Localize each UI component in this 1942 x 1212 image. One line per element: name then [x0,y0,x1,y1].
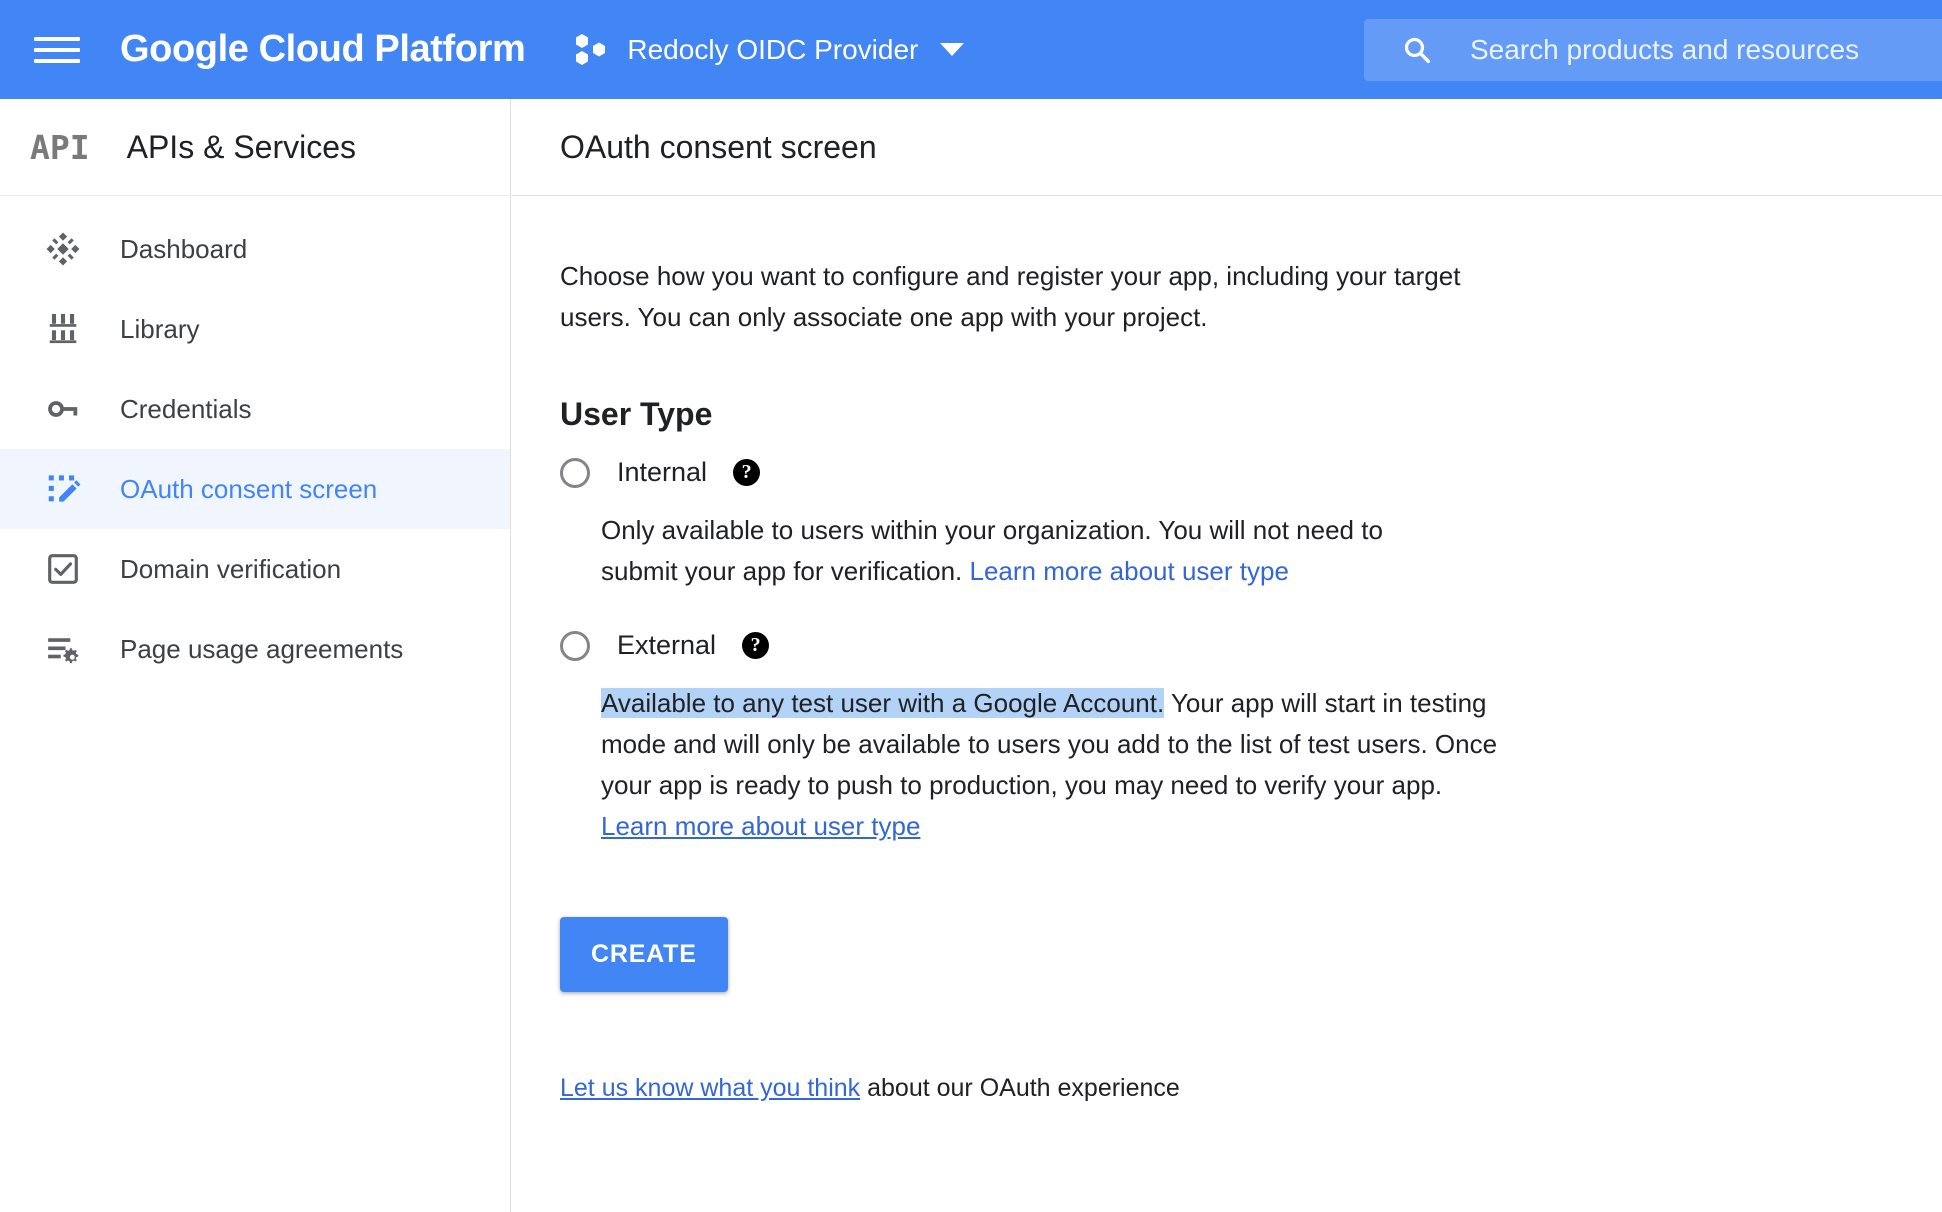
external-learn-more-link[interactable]: Learn more about user type [601,811,920,841]
consent-screen-edit-icon [42,468,84,510]
sidebar-item-label: Domain verification [120,553,342,584]
project-name-label: Redocly OIDC Provider [627,33,919,65]
user-type-heading: User Type [560,396,713,432]
sidebar-header[interactable]: API APIs & Services [0,99,510,196]
sidebar: API APIs & Services Dashboard Library Cr… [0,99,511,1212]
feedback-rest-text: about our OAuth experience [860,1074,1180,1102]
sidebar-item-domain-verification[interactable]: Domain verification [0,529,510,609]
dashboard-diamond-icon [42,228,84,270]
search-bar[interactable]: Search products and resources [1364,19,1942,81]
sidebar-nav: Dashboard Library Credentials OAuth cons… [0,196,510,689]
sidebar-item-label: Dashboard [120,233,248,264]
sidebar-item-label: OAuth consent screen [120,473,378,504]
checkbox-verified-icon [42,548,84,590]
search-input-placeholder: Search products and resources [1470,34,1860,65]
list-gear-icon [42,628,84,670]
project-selector[interactable]: Redocly OIDC Provider [567,20,970,80]
sidebar-item-label: Library [120,313,200,344]
page-title: OAuth consent screen [560,128,877,165]
sidebar-item-credentials[interactable]: Credentials [0,369,510,449]
main-content: OAuth consent screen Choose how you want… [512,99,1942,1212]
radio-button-external[interactable] [560,630,590,661]
top-header-bar: Google Cloud Platform Redocly OIDC Provi… [0,0,1942,99]
radio-label-external: External [617,630,717,660]
intro-text: Choose how you want to configure and reg… [560,261,1461,332]
sidebar-item-dashboard[interactable]: Dashboard [0,209,510,289]
sidebar-item-library[interactable]: Library [0,289,510,369]
page-header: OAuth consent screen [512,99,1942,196]
sidebar-item-label: Page usage agreements [120,633,404,664]
chevron-down-icon [940,43,965,56]
feedback-link[interactable]: Let us know what you think [560,1074,860,1102]
radio-button-internal[interactable] [560,457,590,488]
library-bookshelf-icon [42,308,84,350]
hamburger-line [34,58,80,63]
sidebar-item-oauth-consent-screen[interactable]: OAuth consent screen [0,449,510,529]
key-icon [42,388,84,430]
radio-option-external[interactable]: External ? [560,630,1894,661]
search-icon [1404,37,1430,63]
radio-label-internal: Internal [617,457,708,487]
sidebar-title: APIs & Services [126,128,357,165]
selected-text-highlight: Available to any test user with a Google… [601,688,1165,718]
help-question-icon[interactable]: ? [733,459,761,486]
external-description: Available to any test user with a Google… [601,683,1501,847]
internal-learn-more-link[interactable]: Learn more about user type [970,556,1289,586]
api-logo: API [30,127,90,167]
feedback-line: Let us know what you think about our OAu… [560,1074,1894,1103]
help-question-icon[interactable]: ? [742,632,770,659]
radio-option-internal[interactable]: Internal ? [560,457,1894,488]
hamburger-line [34,47,80,52]
hamburger-line [34,36,80,41]
brand-title[interactable]: Google Cloud Platform [120,28,526,71]
internal-description: Only available to users within your orga… [601,510,1441,592]
sidebar-item-label: Credentials [120,393,252,424]
create-button[interactable]: CREATE [560,917,728,992]
project-hexagons-icon [576,33,606,65]
content-body: Choose how you want to configure and reg… [512,196,1942,1103]
sidebar-item-page-usage-agreements[interactable]: Page usage agreements [0,609,510,689]
hamburger-menu-icon[interactable] [34,31,80,69]
